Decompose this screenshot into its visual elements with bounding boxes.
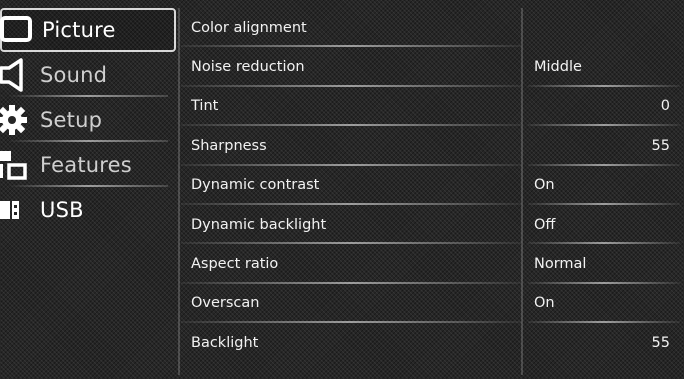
value-row-dynamic-backlight: Off xyxy=(524,205,680,245)
menu-item-features[interactable]: Features xyxy=(0,142,178,187)
setting-value: Middle xyxy=(534,59,582,76)
setting-value: On xyxy=(534,177,555,194)
setting-label: Dynamic contrast xyxy=(191,177,320,194)
setting-label: Dynamic backlight xyxy=(191,216,327,233)
setting-value: Normal xyxy=(534,256,587,273)
setting-label: Color alignment xyxy=(191,19,307,36)
setting-label: Sharpness xyxy=(191,137,267,154)
speaker-icon xyxy=(0,57,34,92)
tv-settings-menu: Picture Sound Setup Features USB Color a… xyxy=(0,0,684,379)
setting-dynamic-backlight[interactable]: Dynamic backlight xyxy=(181,205,521,245)
value-row-sharpness: 55 xyxy=(524,126,680,166)
menu-item-usb[interactable]: USB xyxy=(0,187,178,232)
setting-value: 55 xyxy=(651,334,670,351)
setting-label: Overscan xyxy=(191,295,260,312)
setting-value: 0 xyxy=(660,98,670,115)
picture-icon xyxy=(0,13,36,47)
value-row-color-alignment xyxy=(524,8,680,47)
setting-label: Backlight xyxy=(191,334,259,351)
value-divider xyxy=(521,8,523,375)
setting-tint[interactable]: Tint xyxy=(181,87,521,127)
setting-label: Aspect ratio xyxy=(191,256,279,273)
menu-item-setup[interactable]: Setup xyxy=(0,97,178,142)
setting-aspect-ratio[interactable]: Aspect ratio xyxy=(181,244,521,285)
setting-dynamic-contrast[interactable]: Dynamic contrast xyxy=(181,166,521,206)
menu-item-sound[interactable]: Sound xyxy=(0,52,178,97)
setting-noise-reduction[interactable]: Noise reduction xyxy=(181,47,521,88)
setting-value: 55 xyxy=(651,137,670,154)
menu-label-features: Features xyxy=(40,152,132,177)
menu-label-usb: USB xyxy=(40,197,84,222)
setting-value: Off xyxy=(534,216,556,233)
setting-backlight[interactable]: Backlight xyxy=(181,323,521,362)
setting-values-column: Middle 0 55 On Off Normal On 55 xyxy=(524,8,680,363)
category-menu: Picture Sound Setup Features USB xyxy=(0,8,178,232)
menu-label-sound: Sound xyxy=(40,62,108,87)
setting-label: Tint xyxy=(191,98,219,115)
value-row-noise-reduction: Middle xyxy=(524,47,680,88)
menu-label-picture: Picture xyxy=(42,18,116,42)
gear-icon xyxy=(0,103,34,137)
menu-divider xyxy=(178,8,180,375)
menu-item-picture[interactable]: Picture xyxy=(0,8,176,52)
picture-settings-list: Color alignment Noise reduction Tint Sha… xyxy=(181,8,521,363)
setting-sharpness[interactable]: Sharpness xyxy=(181,126,521,166)
value-row-aspect-ratio: Normal xyxy=(524,244,680,285)
value-row-backlight: 55 xyxy=(524,323,680,362)
setting-color-alignment[interactable]: Color alignment xyxy=(181,8,521,48)
menu-label-setup: Setup xyxy=(40,107,103,132)
value-row-tint: 0 xyxy=(524,87,680,127)
value-row-overscan: On xyxy=(524,284,680,324)
setting-label: Noise reduction xyxy=(191,59,305,76)
value-row-dynamic-contrast: On xyxy=(524,166,680,206)
setting-overscan[interactable]: Overscan xyxy=(181,284,521,324)
setting-value: On xyxy=(534,295,555,312)
usb-icon xyxy=(0,193,34,227)
features-icon xyxy=(0,148,34,182)
